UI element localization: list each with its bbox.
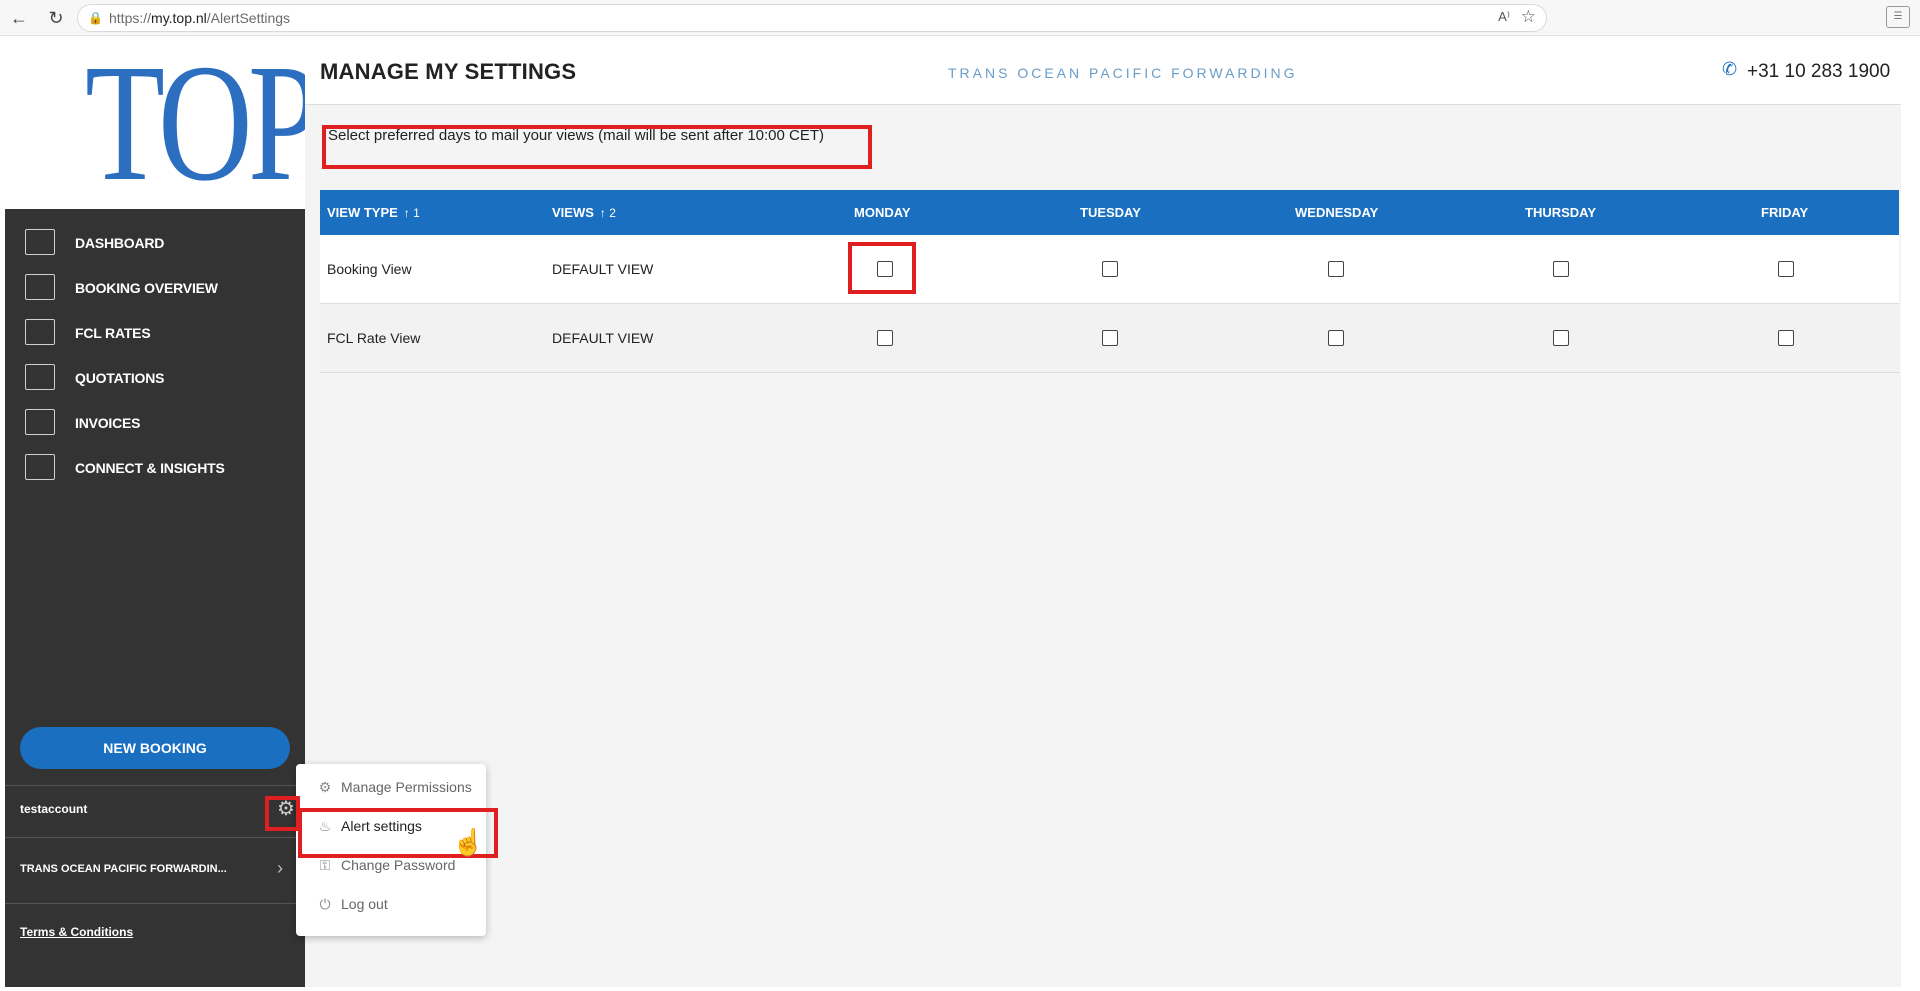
sidebar-item-label: CONNECT & INSIGHTS xyxy=(75,460,225,476)
column-header-monday[interactable]: MONDAY xyxy=(854,205,911,220)
sidebar-item-dashboard[interactable]: DASHBOARD xyxy=(5,225,305,265)
sidebar-item-label: DASHBOARD xyxy=(75,235,165,251)
sidebar-item-label: FCL RATES xyxy=(75,325,151,341)
menu-item-log-out[interactable]: ⏻ Log out xyxy=(296,886,486,922)
back-icon[interactable]: ← xyxy=(8,7,30,29)
key-icon: ⚿ xyxy=(319,857,331,873)
phone-number[interactable]: +31 10 283 1900 xyxy=(1747,61,1890,83)
sort-icon: ↑ 1 xyxy=(403,206,420,220)
table-row: Booking View DEFAULT VIEW xyxy=(320,235,1899,304)
friday-checkbox[interactable] xyxy=(1778,330,1794,346)
column-header-thursday[interactable]: THURSDAY xyxy=(1525,205,1596,220)
invoice-icon xyxy=(25,409,55,435)
sidebar-item-connect-insights[interactable]: CONNECT & INSIGHTS xyxy=(5,450,305,490)
column-header-tuesday[interactable]: TUESDAY xyxy=(1080,205,1141,220)
divider xyxy=(5,785,300,786)
phone-icon: ✆ xyxy=(1722,59,1738,79)
thursday-checkbox[interactable] xyxy=(1553,330,1569,346)
permissions-icon: ⚙ xyxy=(318,779,332,795)
page-header: MANAGE MY SETTINGS TRANS OCEAN PACIFIC F… xyxy=(305,37,1901,105)
view-cell: DEFAULT VIEW xyxy=(552,261,654,277)
quotation-icon xyxy=(25,364,55,390)
brand-tagline: TRANS OCEAN PACIFIC FORWARDING xyxy=(948,65,1298,81)
view-type-cell: FCL Rate View xyxy=(327,330,421,346)
connect-icon xyxy=(25,454,55,480)
column-header-friday[interactable]: FRIDAY xyxy=(1761,205,1808,220)
hand-cursor-icon: ☝ xyxy=(452,827,485,857)
wednesday-checkbox[interactable] xyxy=(1328,330,1344,346)
account-name: testaccount xyxy=(20,802,88,816)
company-selector[interactable]: TRANS OCEAN PACIFIC FORWARDIN... xyxy=(20,863,227,875)
monday-checkbox[interactable] xyxy=(877,330,893,346)
address-bar[interactable]: 🔒 https://my.top.nl/AlertSettings A⁾ ☆ xyxy=(77,4,1547,32)
sidebar-item-invoices[interactable]: INVOICES xyxy=(5,405,305,445)
divider xyxy=(5,903,300,904)
view-type-cell: Booking View xyxy=(327,261,412,277)
highlight-monday-checkbox xyxy=(848,242,916,294)
tuesday-checkbox[interactable] xyxy=(1102,330,1118,346)
terms-link[interactable]: Terms & Conditions xyxy=(20,925,133,939)
sidebar-item-label: BOOKING OVERVIEW xyxy=(75,280,218,296)
new-booking-button[interactable]: NEW BOOKING xyxy=(20,727,290,769)
ship-icon xyxy=(25,274,55,300)
menu-item-manage-permissions[interactable]: ⚙ Manage Permissions xyxy=(296,769,486,805)
menu-item-label: Log out xyxy=(341,896,388,912)
column-header-views[interactable]: VIEWS ↑ 2 xyxy=(552,205,616,220)
extension-icon[interactable]: ☰ xyxy=(1886,6,1910,28)
power-icon: ⏻ xyxy=(319,896,331,912)
menu-item-label: Manage Permissions xyxy=(341,779,472,795)
divider xyxy=(5,837,300,838)
friday-checkbox[interactable] xyxy=(1778,261,1794,277)
sidebar-item-fcl-rates[interactable]: FCL RATES xyxy=(5,315,305,355)
map-icon xyxy=(25,229,55,255)
sidebar-item-quotations[interactable]: QUOTATIONS xyxy=(5,360,305,400)
column-header-wednesday[interactable]: WEDNESDAY xyxy=(1295,205,1378,220)
rates-table-icon xyxy=(25,319,55,345)
menu-item-label: Change Password xyxy=(341,857,456,873)
sidebar-item-label: QUOTATIONS xyxy=(75,370,165,386)
url-text: https://my.top.nl/AlertSettings xyxy=(109,10,291,26)
reload-icon[interactable]: ↻ xyxy=(45,7,67,29)
favorite-star-icon[interactable]: ☆ xyxy=(1521,7,1536,27)
highlight-gear-button xyxy=(265,796,300,831)
sort-icon: ↑ 2 xyxy=(599,206,616,220)
sidebar-item-booking-overview[interactable]: BOOKING OVERVIEW xyxy=(5,270,305,310)
main-content: MANAGE MY SETTINGS TRANS OCEAN PACIFIC F… xyxy=(305,37,1901,987)
read-aloud-icon[interactable]: A⁾ xyxy=(1498,9,1510,25)
thursday-checkbox[interactable] xyxy=(1553,261,1569,277)
chevron-right-icon[interactable]: › xyxy=(277,858,283,879)
lock-icon: 🔒 xyxy=(88,11,103,25)
table-row: FCL Rate View DEFAULT VIEW xyxy=(320,304,1899,373)
wednesday-checkbox[interactable] xyxy=(1328,261,1344,277)
sidebar: TOP DASHBOARD BOOKING OVERVIEW FCL RATES… xyxy=(5,37,321,987)
top-logo: TOP xyxy=(85,30,321,216)
highlight-instructions xyxy=(322,125,872,169)
view-cell: DEFAULT VIEW xyxy=(552,330,654,346)
table-header: VIEW TYPE ↑ 1 VIEWS ↑ 2 MONDAY TUESDAY WED… xyxy=(320,190,1899,235)
logo-area[interactable]: TOP xyxy=(5,37,321,209)
column-header-view-type[interactable]: VIEW TYPE ↑ 1 xyxy=(327,205,420,220)
sidebar-item-label: INVOICES xyxy=(75,415,141,431)
page-title: MANAGE MY SETTINGS xyxy=(320,59,577,84)
tuesday-checkbox[interactable] xyxy=(1102,261,1118,277)
